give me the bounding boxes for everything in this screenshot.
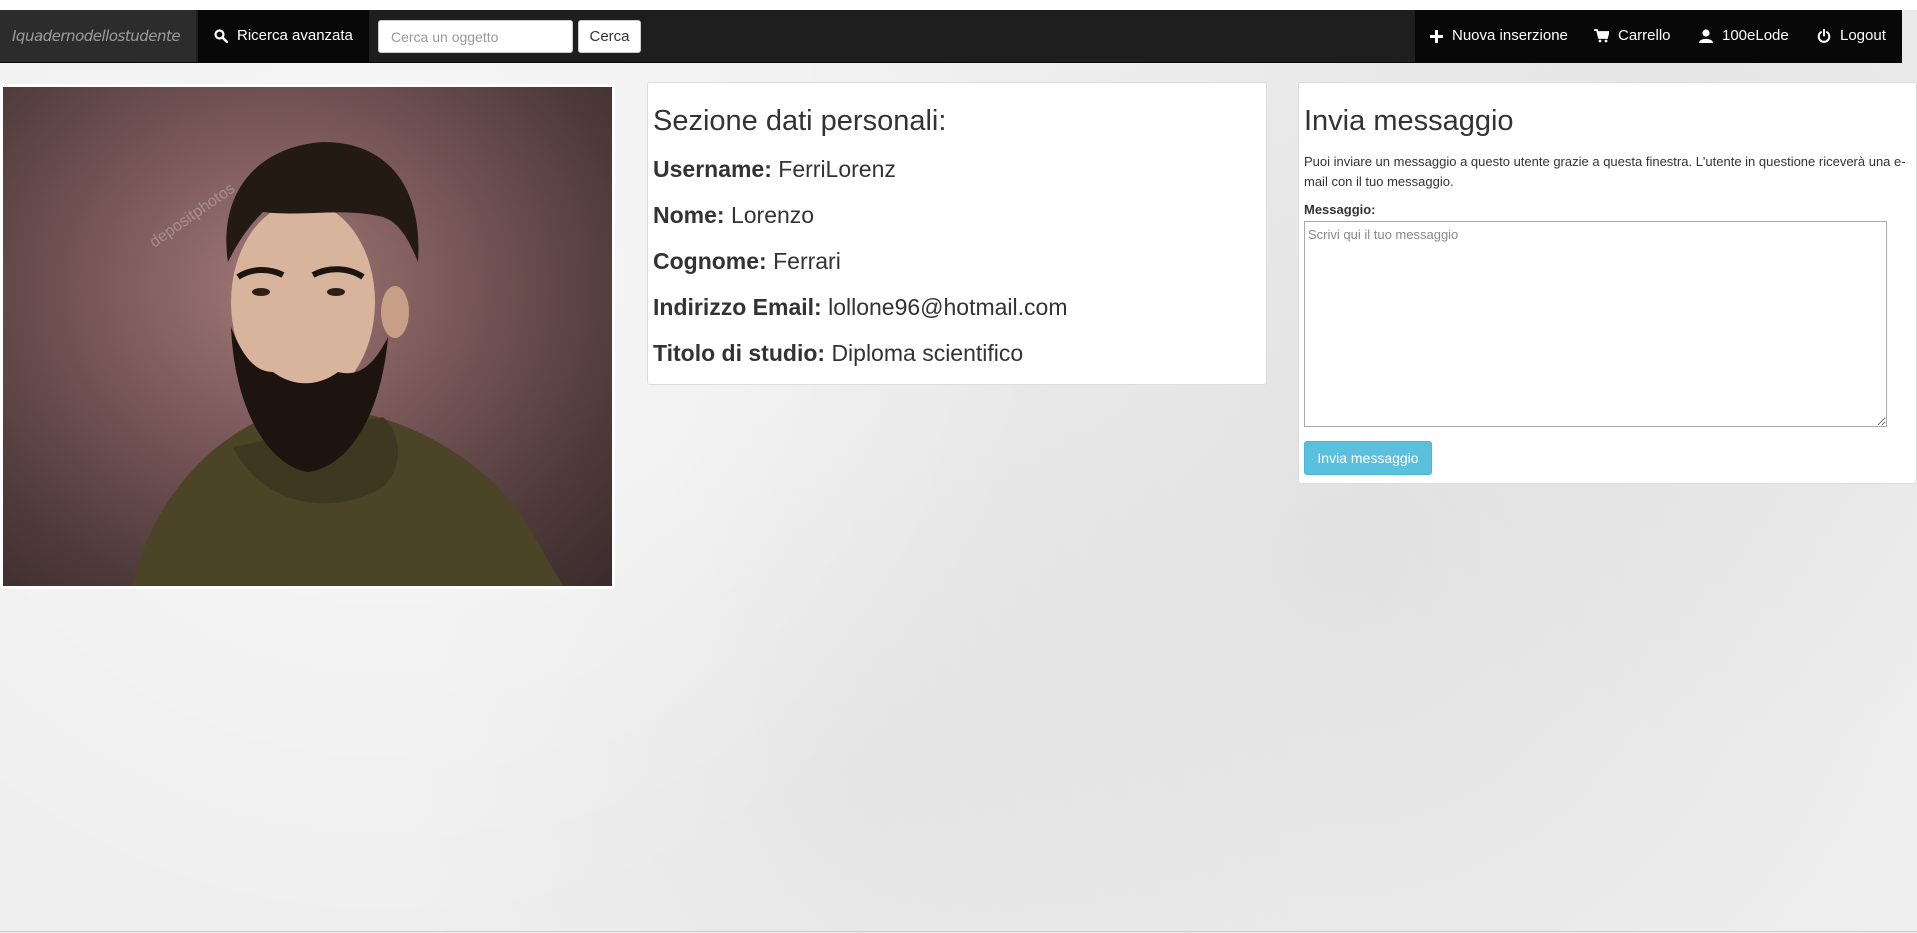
field-value: Diploma scientifico [831, 340, 1024, 366]
message-textarea[interactable] [1304, 221, 1887, 427]
brand-logo[interactable]: Iquadernodellostudente [0, 10, 196, 62]
cart-icon [1594, 29, 1609, 43]
user-label: 100eLode [1722, 27, 1789, 44]
profile-photo: depositphotos [0, 84, 615, 589]
navbar: Iquadernodellostudente Ricerca avanzata … [0, 10, 1902, 63]
message-field-label: Messaggio: [1304, 202, 1376, 217]
field-titolo-studio: Titolo di studio: Diploma scientifico [653, 340, 1261, 366]
user-icon [1699, 29, 1713, 43]
send-message-title: Invia messaggio [1304, 105, 1514, 137]
profile-photo-image: depositphotos [3, 87, 612, 586]
field-value: Lorenzo [730, 202, 815, 228]
new-listing-label: Nuova inserzione [1452, 27, 1568, 44]
logout-link[interactable]: Logout [1817, 10, 1886, 62]
search-input[interactable] [378, 20, 573, 53]
logout-label: Logout [1840, 27, 1886, 44]
field-label: Cognome: [653, 248, 767, 274]
advanced-search-link[interactable]: Ricerca avanzata [198, 10, 369, 62]
field-nome: Nome: Lorenzo [653, 202, 1261, 228]
send-message-description: Puoi inviare un messaggio a questo utent… [1304, 154, 1906, 189]
power-icon [1817, 29, 1831, 43]
field-value: Ferrari [773, 248, 841, 274]
plus-icon [1430, 29, 1443, 43]
search-icon [214, 29, 228, 43]
top-strip [0, 0, 1917, 10]
send-message-button[interactable]: Invia messaggio [1304, 441, 1432, 475]
field-cognome: Cognome: Ferrari [653, 248, 1261, 274]
search-button[interactable]: Cerca [578, 20, 641, 53]
field-label: Indirizzo Email: [653, 294, 822, 320]
field-label: Titolo di studio: [653, 340, 826, 366]
field-username: Username: FerriLorenz [653, 156, 1261, 182]
field-label: Nome: [653, 202, 725, 228]
field-email: Indirizzo Email: lollone96@hotmail.com [653, 294, 1261, 320]
advanced-search-label: Ricerca avanzata [237, 27, 353, 44]
field-value: FerriLorenz [778, 156, 896, 182]
personal-data-title: Sezione dati personali: [653, 105, 947, 137]
field-value: lollone96@hotmail.com [828, 294, 1068, 320]
cart-label: Carrello [1618, 27, 1671, 44]
send-message-panel: Invia messaggio Puoi inviare un messaggi… [1298, 82, 1917, 484]
user-link[interactable]: 100eLode [1699, 10, 1789, 62]
personal-data-panel: Sezione dati personali: Username: FerriL… [647, 82, 1267, 385]
field-label: Username: [653, 156, 772, 182]
new-listing-link[interactable]: Nuova inserzione [1430, 10, 1568, 62]
cart-link[interactable]: Carrello [1594, 10, 1671, 62]
footer-divider [0, 931, 1917, 932]
